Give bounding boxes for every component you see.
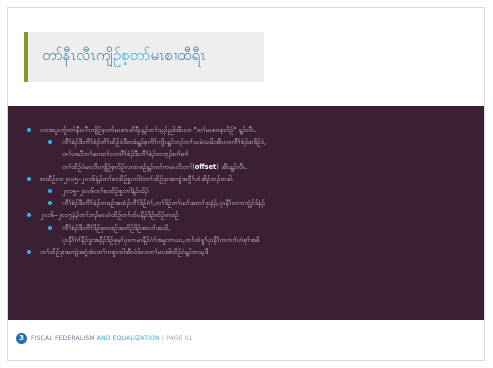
- bullet-item: တၢ်ပၢဃီတၢ်ဆၢတၢ်လၢကီၢ်စဲၣ်ဒီးကီၢ်ခဲၣ်တဘ့ၣ…: [26, 148, 466, 160]
- bullet-item: ကီၢ်စဲၣ်ဒီးကီၢ်စဲၣ်တိၢ်ထိဉ်ဝဲဒီတခဲန့ၣ်စ့…: [26, 136, 466, 148]
- bullet-item: တၢ်ထိဉ်ဝဲမၤလီၤကျိဉ်စ့လိဉ်လၢတဖဉ်န့ၣ်တၢ်ကမ…: [26, 161, 466, 173]
- title-part-1: တာ်နီၤလီၤကျိ: [42, 46, 113, 64]
- bullet-text: ပုၤနီၢ်ဂံၢ်နီၣ်ဒူးအနီၣ်ဒိဉ်ဖုမ့ၢ်ပုၤကမၤန…: [62, 235, 260, 244]
- bullet-text: လၢအပူၤကွ်တာ်နီၤလီၤကျိဉ်စ့တာ်မၤစၢၤထိရီၤန့…: [40, 126, 257, 134]
- bullet-text: တၢ်ပၢဃီတၢ်ဆၢတၢ်လၢကီၢ်စဲၣ်ဒီးကီၢ်ခဲၣ်တဘ့ၣ…: [62, 150, 189, 159]
- footer-text: FISCAL FEDERALISM AND EQUALIZATION | PAG…: [31, 333, 193, 344]
- bullet-bold-term: offset: [194, 162, 217, 171]
- title-part-3: မၤစၢ: [150, 46, 178, 64]
- footer-text-a: FISCAL FEDERALISM: [31, 335, 95, 342]
- footer-text-b: AND EQUALIZATION: [94, 335, 160, 342]
- bullet-text: ၂၀၁၆–၂၀၁၇နံၣ်တၢ်ဘၣ်မၤဟဲထိဉ်တၢ်ပာ်ပနီၣ်ဒိ…: [40, 211, 179, 220]
- footer-page: | PAGE 01: [159, 335, 193, 342]
- bullet-text: ကီၢ်စဲၣ်ဒီးကီၢ်စဲၣ်တိၢ်ထိဉ်ဝဲဒီတခဲန့ၣ်စ့…: [62, 138, 267, 147]
- bullet-text-after: ) အီၤန့ၣ်လီၤ.: [216, 162, 248, 171]
- bullet-text: ၂၀၁၅–၂၀၁၆တၢ်စးထိဉ်စူးကါနံၣ်သိၣ်: [62, 187, 149, 196]
- bullet-text: တၢ်ထိဉ်ဒုးအကျဲအဂ္ဂဲအံၤတၢ်ကစူးကါအီၤဝဲဒ်လၢ…: [40, 248, 209, 257]
- bullet-item: စးထီဉ်လၢ၂၀၁၅–၂၀၁၆နံၣ်တၢ်စးထိဉ်စူးကါဝဲတၢ်…: [26, 173, 466, 185]
- bullet-text: ကီၢ်စဲၣ်ဒီးကီၢ်ခဲၣ်တဖဉ်အထံၣ်ကီၢ်ဒိဉ်ဂံၢ်…: [62, 199, 266, 208]
- bullet-item: ကီၢ်စဲၣ်ဒီးကီၢ်ခဲၣ်တဖဉ်အထံၣ်ကီၢ်ဒိဉ်ဂံၢ်…: [26, 197, 466, 209]
- footer: 3 FISCAL FEDERALISM AND EQUALIZATION | P…: [8, 320, 484, 360]
- title-area: တာ်နီၤလီၤကျိဉ်စ့တာ်မၤစၢထီရီၤ: [8, 8, 484, 106]
- bullet-item: တၢ်ထိဉ်ဒုးအကျဲအဂ္ဂဲအံၤတၢ်ကစူးကါအီၤဝဲဒ်လၢ…: [26, 246, 466, 258]
- title-box: တာ်နီၤလီၤကျိဉ်စ့တာ်မၤစၢထီရီၤ: [24, 32, 264, 82]
- title-part-4: ထီရီၤ: [177, 46, 206, 64]
- bullet-list: လၢအပူၤကွ်တာ်နီၤလီၤကျိဉ်စ့တာ်မၤစၢၤထိရီၤန့…: [26, 124, 466, 258]
- bullet-text: စးထီဉ်လၢ၂၀၁၅–၂၀၁၆နံၣ်တၢ်စးထိဉ်စူးကါဝဲတၢ်…: [40, 174, 234, 183]
- bullet-text: ကီၢ်စဲၣ်ဒီးကီၢ်ဒိဉ်ဖုတဖဉ်အတိဉ်ဒိဉ်အလၢ်အသ…: [62, 223, 171, 232]
- slide: တာ်နီၤလီၤကျိဉ်စ့တာ်မၤစၢထီရီၤ လၢအပူၤကွ်တာ…: [7, 7, 485, 361]
- bullet-item: ၂၀၁၅–၂၀၁၆တၢ်စးထိဉ်စူးကါနံၣ်သိၣ်: [26, 185, 466, 197]
- slide-title: တာ်နီၤလီၤကျိဉ်စ့တာ်မၤစၢထီရီၤ: [42, 44, 206, 66]
- bullet-item: ၂၀၁၆–၂၀၁၇နံၣ်တၢ်ဘၣ်မၤဟဲထိဉ်တၢ်ပာ်ပနီၣ်ဒိ…: [26, 209, 466, 221]
- footer-badge-icon: 3: [16, 333, 27, 344]
- content-panel: လၢအပူၤကွ်တာ်နီၤလီၤကျိဉ်စ့တာ်မၤစၢၤထိရီၤန့…: [8, 106, 484, 320]
- bullet-item: ကီၢ်စဲၣ်ဒီးကီၢ်ဒိဉ်ဖုတဖဉ်အတိဉ်ဒိဉ်အလၢ်အသ…: [26, 222, 466, 234]
- bullet-item: ပုၤနီၢ်ဂံၢ်နီၣ်ဒူးအနီၣ်ဒိဉ်ဖုမ့ၢ်ပုၤကမၤန…: [26, 234, 466, 246]
- bullet-text: တၢ်ထိဉ်ဝဲမၤလီၤကျိဉ်စ့လိဉ်လၢတဖဉ်န့ၣ်တၢ်ကမ…: [62, 162, 195, 171]
- title-part-2: ဉ်စ့တာ်: [112, 46, 151, 64]
- bullet-item: လၢအပူၤကွ်တာ်နီၤလီၤကျိဉ်စ့တာ်မၤစၢၤထိရီၤန့…: [26, 124, 466, 136]
